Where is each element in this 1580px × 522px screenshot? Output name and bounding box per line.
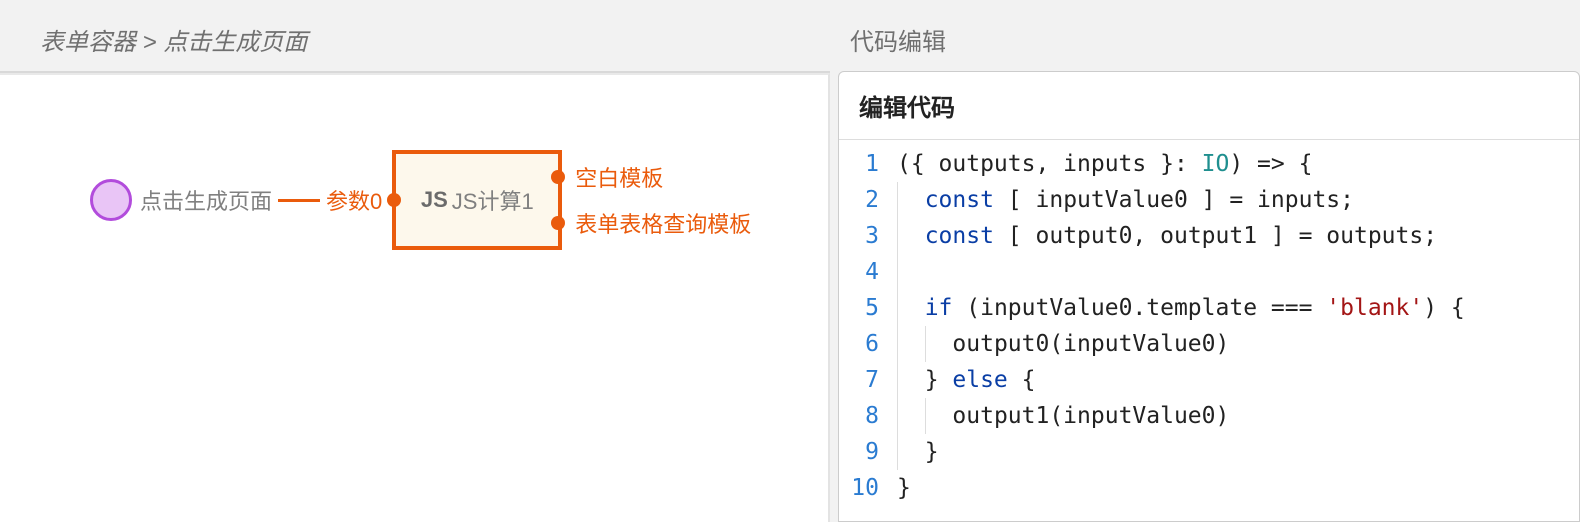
code-text[interactable]: } — [897, 470, 1579, 506]
js-node-label: JS计算1 — [452, 184, 534, 216]
node-output-port[interactable] — [551, 170, 565, 184]
code-line: 2 const [ inputValue0 ] = inputs; — [839, 182, 1579, 218]
breadcrumb-sep: > — [136, 29, 163, 56]
code-text[interactable]: } — [897, 434, 1579, 470]
code-text[interactable]: if (inputValue0.template === 'blank') { — [897, 290, 1579, 326]
code-line: 4 — [839, 254, 1579, 290]
code-editor-frame: 编辑代码 1 ({ outputs, inputs }: IO) => { 2 … — [838, 71, 1580, 522]
line-number: 10 — [839, 470, 897, 506]
flow-graph: 点击生成页面 参数0 JS JS计算1 空白模板 表 — [90, 150, 562, 250]
code-line: 8 output1(inputValue0) — [839, 398, 1579, 434]
code-line: 9 } — [839, 434, 1579, 470]
node-outputs: 空白模板 表单表格查询模板 — [558, 154, 751, 246]
left-panel: 表单容器 > 点击生成页面 点击生成页面 参数0 JS JS计算1 空白模板 — [0, 0, 830, 522]
code-text[interactable]: ({ outputs, inputs }: IO) => { — [897, 146, 1579, 182]
editor-title: 编辑代码 — [839, 72, 1579, 140]
line-number: 6 — [839, 326, 897, 362]
line-number: 8 — [839, 398, 897, 434]
section-title: 代码编辑 — [830, 0, 1580, 71]
js-keyword: JS — [421, 187, 448, 213]
code-line: 5 if (inputValue0.template === 'blank') … — [839, 290, 1579, 326]
line-number: 9 — [839, 434, 897, 470]
code-text[interactable]: } else { — [897, 362, 1579, 398]
line-number: 1 — [839, 146, 897, 182]
breadcrumb[interactable]: 表单容器 > 点击生成页面 — [0, 0, 830, 73]
output-label[interactable]: 表单表格查询模板 — [575, 207, 751, 239]
line-number: 5 — [839, 290, 897, 326]
code-line: 1 ({ outputs, inputs }: IO) => { — [839, 146, 1579, 182]
right-panel: 代码编辑 编辑代码 1 ({ outputs, inputs }: IO) =>… — [830, 0, 1580, 522]
output-row: 表单表格查询模板 — [558, 207, 751, 239]
app-root: 表单容器 > 点击生成页面 点击生成页面 参数0 JS JS计算1 空白模板 — [0, 0, 1580, 522]
trigger-label: 点击生成页面 — [140, 184, 272, 216]
breadcrumb-root[interactable]: 表单容器 — [40, 29, 136, 56]
js-compute-node[interactable]: JS JS计算1 空白模板 表单表格查询模板 — [392, 150, 562, 250]
breadcrumb-current[interactable]: 点击生成页面 — [163, 29, 307, 56]
output-label[interactable]: 空白模板 — [575, 161, 663, 193]
flow-canvas[interactable]: 点击生成页面 参数0 JS JS计算1 空白模板 表 — [0, 73, 830, 522]
code-editor[interactable]: 1 ({ outputs, inputs }: IO) => { 2 const… — [839, 140, 1579, 506]
code-line: 3 const [ output0, output1 ] = outputs; — [839, 218, 1579, 254]
trigger-node[interactable] — [90, 179, 132, 221]
line-number: 3 — [839, 218, 897, 254]
output-row: 空白模板 — [558, 161, 751, 193]
param-label[interactable]: 参数0 — [326, 184, 382, 216]
code-text[interactable] — [897, 254, 1579, 290]
edge-trigger-to-param — [278, 199, 320, 202]
line-number: 7 — [839, 362, 897, 398]
code-line: 7 } else { — [839, 362, 1579, 398]
line-number: 2 — [839, 182, 897, 218]
code-text[interactable]: const [ inputValue0 ] = inputs; — [897, 182, 1579, 218]
code-text[interactable]: const [ output0, output1 ] = outputs; — [897, 218, 1579, 254]
code-text[interactable]: output1(inputValue0) — [897, 398, 1579, 434]
node-output-port[interactable] — [551, 216, 565, 230]
code-line: 10 } — [839, 470, 1579, 506]
line-number: 4 — [839, 254, 897, 290]
code-text[interactable]: output0(inputValue0) — [897, 326, 1579, 362]
node-input-port[interactable] — [387, 193, 401, 207]
code-line: 6 output0(inputValue0) — [839, 326, 1579, 362]
